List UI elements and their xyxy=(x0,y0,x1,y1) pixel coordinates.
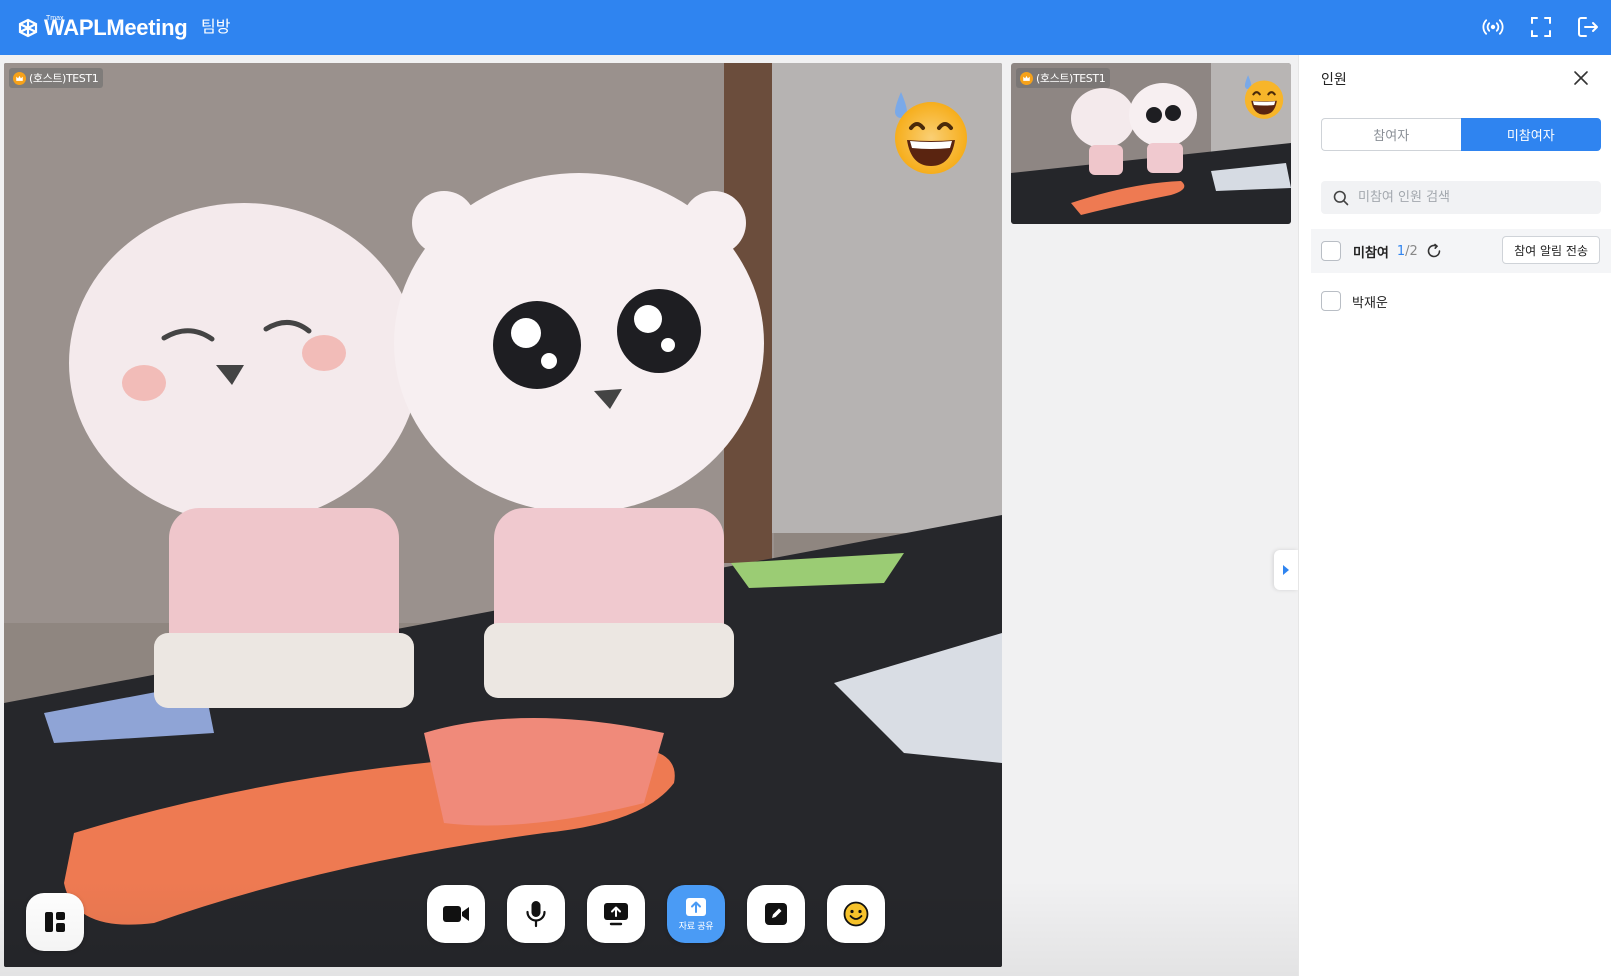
logo-text: WAPLMeeting xyxy=(44,15,188,40)
logo-mark-icon xyxy=(18,18,38,38)
microphone-icon xyxy=(526,901,546,928)
layout-button[interactable] xyxy=(26,893,84,951)
count-current: 1 xyxy=(1396,243,1406,259)
tab-non-participants[interactable]: 미참여자 xyxy=(1460,118,1601,151)
thumbnail-video-tile[interactable]: (호스트)TEST1 xyxy=(1011,63,1291,224)
participant-tabs: 참여자 미참여자 xyxy=(1321,118,1601,151)
participant-name: (호스트)TEST1 xyxy=(29,72,99,85)
host-crown-icon xyxy=(1020,71,1033,85)
logo-wordmark: Tmax WAPLMeeting xyxy=(44,15,188,40)
pen-icon xyxy=(765,903,787,925)
group-label: 미참여 xyxy=(1353,245,1389,261)
room-name: 팀방 xyxy=(201,17,231,36)
refresh-icon[interactable] xyxy=(1426,243,1442,259)
main-video-tile[interactable]: (호스트)TEST1 xyxy=(4,63,1002,967)
search-input[interactable] xyxy=(1358,190,1578,205)
logo-sup: Tmax xyxy=(46,15,64,22)
broadcast-icon[interactable] xyxy=(1480,14,1506,40)
search-icon xyxy=(1333,190,1349,205)
close-icon[interactable] xyxy=(1571,68,1591,88)
thumbnail-participant-name: (호스트)TEST1 xyxy=(1036,72,1106,85)
panel-collapse-toggle[interactable] xyxy=(1274,550,1298,590)
draw-button[interactable] xyxy=(747,885,805,943)
exit-icon[interactable] xyxy=(1575,14,1601,40)
sweat-smile-emoji xyxy=(895,92,967,174)
screen-share-icon xyxy=(604,903,628,926)
thumbnail-name-tag: (호스트)TEST1 xyxy=(1016,68,1111,88)
video-camera-icon xyxy=(443,906,469,922)
upload-icon xyxy=(686,897,706,916)
reaction-button[interactable] xyxy=(827,885,885,943)
panel-title: 인원 xyxy=(1321,72,1347,88)
participants-panel: 인원 참여자 미참여자 미참여 1/2 참여 알림 전송 박재운 xyxy=(1298,55,1611,976)
member-name: 박재운 xyxy=(1352,295,1388,311)
tab-participants[interactable]: 참여자 xyxy=(1321,118,1461,151)
count-total: /2 xyxy=(1405,243,1418,259)
layout-icon xyxy=(45,912,65,932)
non-participant-group-row: 미참여 1/2 참여 알림 전송 xyxy=(1311,229,1611,273)
member-row: 박재운 xyxy=(1321,285,1601,317)
group-count: 1/2 xyxy=(1397,244,1418,259)
file-share-label: 자료 공유 xyxy=(678,921,714,932)
microphone-toggle-button[interactable] xyxy=(507,885,565,943)
fullscreen-icon[interactable] xyxy=(1528,14,1554,40)
select-all-checkbox[interactable] xyxy=(1321,241,1341,261)
thumbnail-sweat-smile-emoji xyxy=(1244,75,1284,119)
top-bar: Tmax WAPLMeeting 팀방 xyxy=(0,0,1611,55)
search-box xyxy=(1321,181,1601,214)
participant-name-tag: (호스트)TEST1 xyxy=(9,68,104,88)
app-logo: Tmax WAPLMeeting xyxy=(16,13,188,43)
member-checkbox[interactable] xyxy=(1321,291,1341,311)
send-join-notification-button[interactable]: 참여 알림 전송 xyxy=(1502,236,1600,264)
camera-feed-image xyxy=(4,63,1002,967)
video-toggle-button[interactable] xyxy=(427,885,485,943)
file-share-button[interactable]: 자료 공유 xyxy=(667,885,725,943)
caret-right-icon xyxy=(1283,565,1289,575)
host-crown-icon xyxy=(13,71,26,85)
screen-share-button[interactable] xyxy=(587,885,645,943)
smile-icon xyxy=(843,901,869,927)
video-stage: (호스트)TEST1 (호스트)TEST1 자료 공유 xyxy=(0,55,1298,976)
